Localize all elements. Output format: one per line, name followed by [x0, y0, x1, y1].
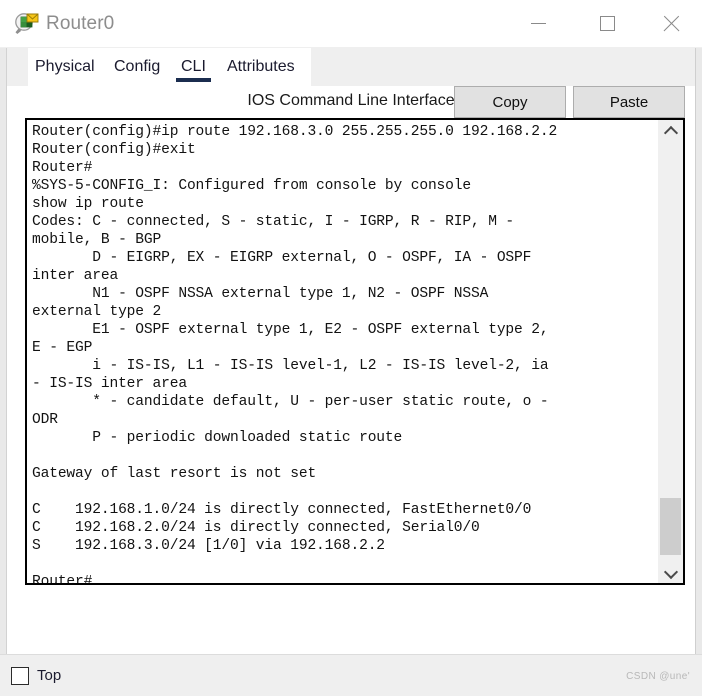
title-bar: Router0: [0, 0, 702, 48]
tab-config[interactable]: Config: [112, 56, 162, 78]
close-button[interactable]: [648, 0, 694, 47]
scroll-down-button[interactable]: [658, 561, 683, 583]
minimize-button[interactable]: [515, 0, 561, 47]
tab-attributes[interactable]: Attributes: [225, 56, 297, 78]
window-edge-left: [0, 0, 7, 696]
status-bar: Top CSDN @une': [0, 654, 702, 696]
watermark: CSDN @une': [626, 671, 690, 682]
terminal-container: Router(config)#ip route 192.168.3.0 255.…: [25, 118, 685, 585]
terminal-output-area[interactable]: Router(config)#ip route 192.168.3.0 255.…: [27, 120, 658, 583]
maximize-button[interactable]: [584, 0, 630, 47]
tab-cli[interactable]: CLI: [176, 56, 211, 82]
tab-physical[interactable]: Physical: [33, 56, 97, 78]
terminal-output: Router(config)#ip route 192.168.3.0 255.…: [32, 124, 558, 583]
chevron-down-icon: [665, 567, 676, 578]
top-checkbox-label: Top: [37, 667, 62, 684]
window-edge-right: [695, 0, 702, 696]
maximize-icon: [599, 16, 615, 31]
scroll-up-button[interactable]: [658, 120, 683, 142]
top-checkbox[interactable]: [11, 667, 29, 685]
window-title: Router0: [46, 13, 115, 34]
cli-panel: IOS Command Line Interface Router(config…: [7, 86, 695, 654]
close-icon: [662, 15, 680, 33]
chevron-up-icon: [665, 126, 676, 137]
terminal-scrollbar[interactable]: [658, 120, 683, 583]
router-cli-window: Router0 Physical Config CLI Attributes I…: [0, 0, 702, 696]
scrollbar-thumb[interactable]: [660, 498, 681, 555]
router-magnifier-icon: [14, 11, 40, 37]
paste-button[interactable]: Paste: [573, 86, 685, 118]
copy-button[interactable]: Copy: [454, 86, 566, 118]
minimize-icon: [530, 23, 546, 24]
tab-bar: Physical Config CLI Attributes: [7, 48, 695, 86]
